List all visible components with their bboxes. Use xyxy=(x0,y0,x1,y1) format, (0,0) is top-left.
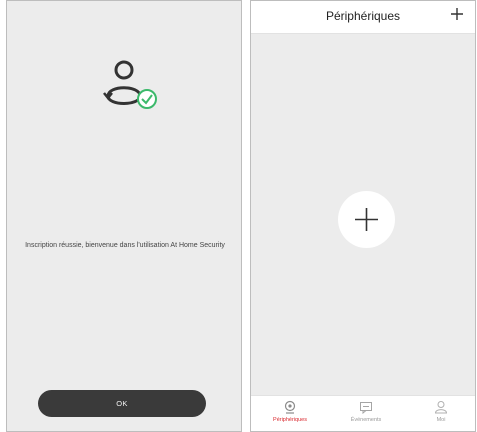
tab-label: Moi xyxy=(436,417,446,423)
plus-icon xyxy=(355,208,378,231)
registration-success-screen: Inscription réussie, bienvenue dans l'ut… xyxy=(6,0,242,432)
tab-label: Événements xyxy=(350,417,382,423)
person-icon xyxy=(434,401,448,414)
message-icon xyxy=(360,402,372,414)
success-message: Inscription réussie, bienvenue dans l'ut… xyxy=(25,242,225,249)
tab-devices[interactable]: Périphériques xyxy=(260,400,320,423)
camera-icon xyxy=(284,400,296,414)
tab-events[interactable]: Événements xyxy=(336,400,396,423)
tab-label: Périphériques xyxy=(273,417,307,423)
add-device-center-button[interactable] xyxy=(338,191,395,248)
user-sync-check-icon xyxy=(103,60,157,109)
ok-button[interactable]: OK xyxy=(38,390,206,417)
tab-me[interactable]: Moi xyxy=(411,400,471,423)
add-device-button[interactable] xyxy=(449,6,465,22)
page-title: Périphériques xyxy=(325,9,401,23)
devices-screen: Périphériques Périphériques Événements M… xyxy=(250,0,476,432)
header: Périphériques xyxy=(251,1,475,34)
tab-bar: Périphériques Événements Moi xyxy=(251,395,475,431)
plus-icon xyxy=(451,8,463,20)
